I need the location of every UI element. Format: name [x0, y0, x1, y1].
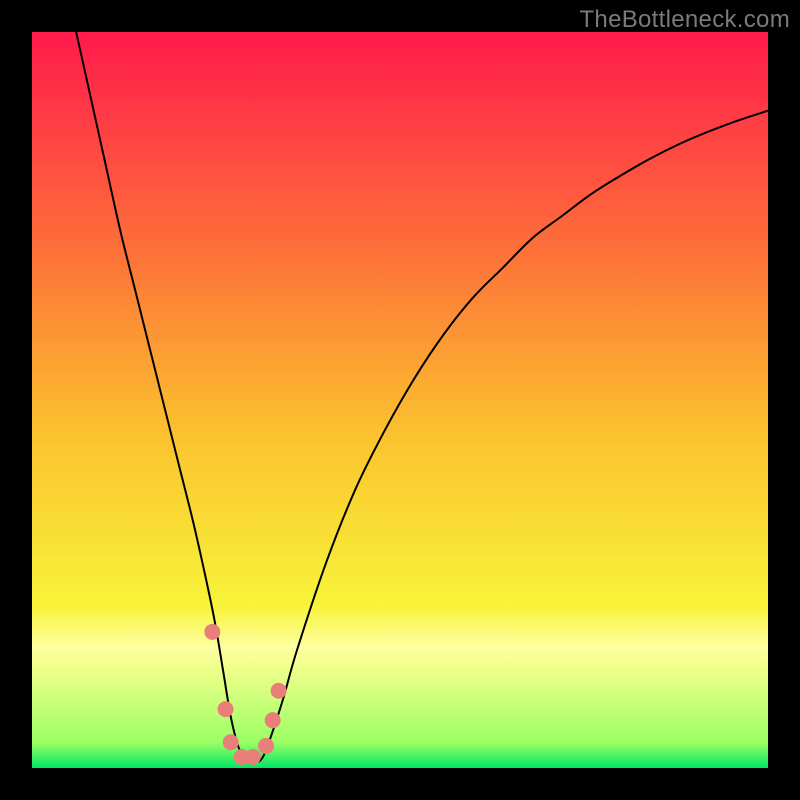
data-marker [245, 749, 261, 765]
data-marker [265, 712, 281, 728]
plot-area [32, 32, 768, 768]
data-marker [223, 734, 239, 750]
data-marker [218, 701, 234, 717]
chart-frame: TheBottleneck.com [0, 0, 800, 800]
data-marker [204, 624, 220, 640]
data-marker [258, 738, 274, 754]
data-marker [271, 683, 287, 699]
gradient-background [32, 32, 768, 768]
chart-svg [32, 32, 768, 768]
watermark-text: TheBottleneck.com [579, 6, 790, 34]
